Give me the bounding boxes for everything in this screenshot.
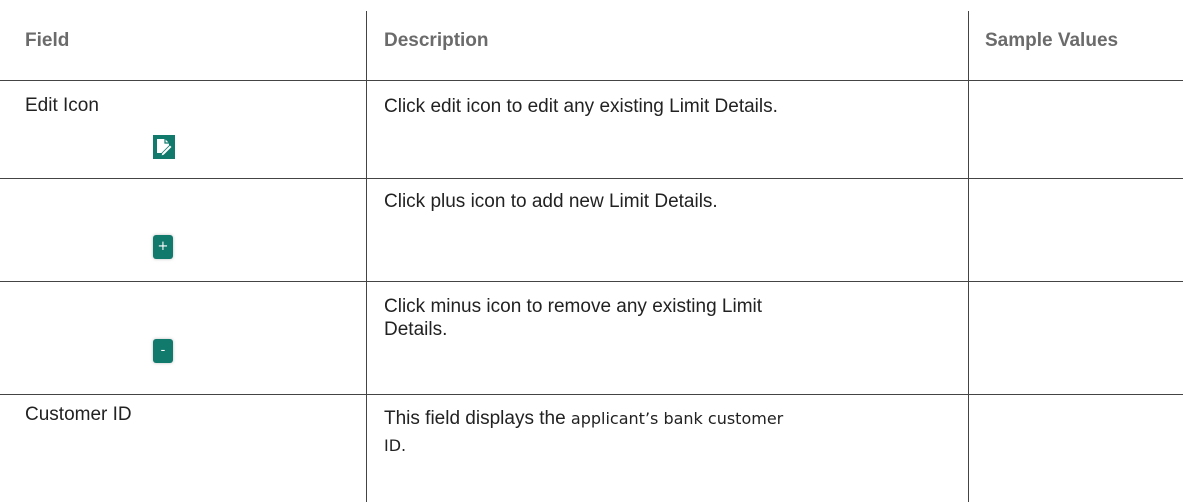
row-divider-2	[0, 281, 1183, 282]
description-minus-icon-line2: Details.	[384, 319, 448, 340]
edit-icon[interactable]	[153, 135, 175, 159]
column-divider-2	[968, 11, 969, 502]
header-sample-values: Sample Values	[985, 30, 1119, 51]
description-edit-icon: Click edit icon to edit any existing Lim…	[384, 96, 778, 117]
field-label-edit-icon: Edit Icon	[25, 95, 99, 116]
description-plus-icon: Click plus icon to add new Limit Details…	[384, 191, 718, 212]
minus-icon[interactable]: -	[153, 339, 173, 363]
description-customer-id-line1: This field displays the applicant’s bank…	[384, 407, 783, 430]
description-customer-id-part1: This field displays the	[384, 408, 571, 429]
description-minus-icon-line1: Click minus icon to remove any existing …	[384, 296, 763, 317]
header-field: Field	[25, 30, 70, 51]
plus-icon[interactable]: +	[153, 235, 173, 259]
field-label-customer-id: Customer ID	[25, 404, 132, 425]
column-divider-1	[366, 11, 367, 502]
header-row-divider	[0, 80, 1183, 81]
description-customer-id-line2: ID.	[384, 436, 407, 455]
header-description: Description	[384, 30, 489, 51]
description-customer-id-part2: applicant’s bank customer	[570, 409, 784, 428]
row-divider-1	[0, 178, 1183, 179]
row-divider-3	[0, 394, 1183, 395]
